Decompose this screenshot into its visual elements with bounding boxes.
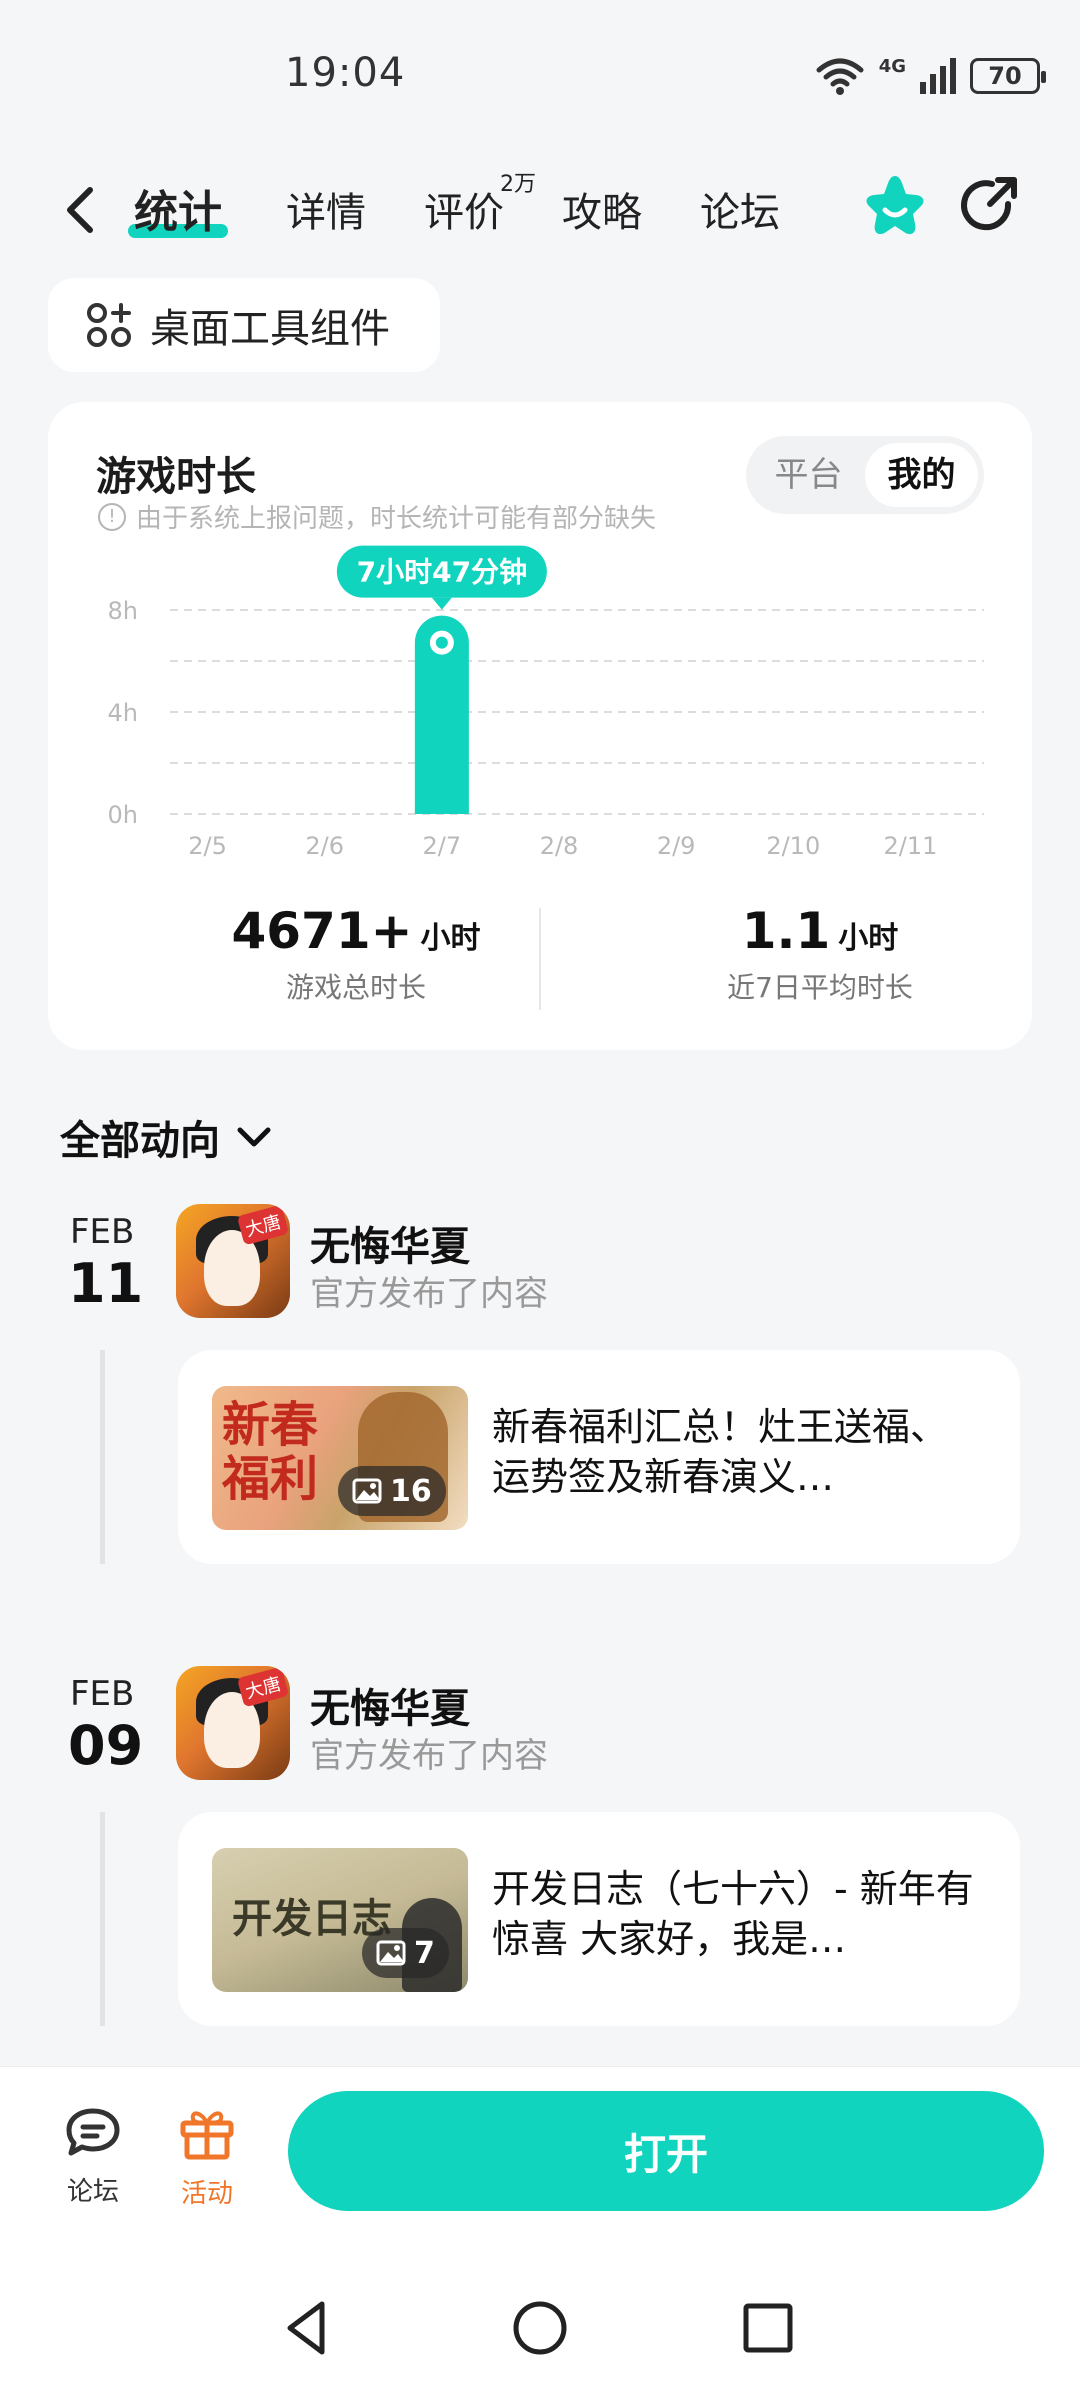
x-tick-label: 2/9: [657, 832, 696, 860]
chevron-down-icon: [237, 1127, 271, 1147]
feed-filter-label: 全部动向: [60, 1118, 220, 1164]
favorite-star-icon[interactable]: [860, 172, 930, 242]
tab-stats[interactable]: 统计: [128, 176, 228, 240]
feed-filter-dropdown[interactable]: 全部动向: [60, 1108, 274, 1166]
share-icon[interactable]: [958, 174, 1022, 238]
forum-label: 论坛: [66, 2177, 119, 2207]
reviews-count-badge: 2万: [500, 172, 536, 197]
feed-item: FEB 09 大唐 无悔华夏 官方发布了内容 开发日志 7 开发日志（七十六）-…: [0, 1666, 1080, 2028]
image-count: 16: [390, 1473, 432, 1509]
status-time: 19:04: [285, 50, 406, 96]
thumbnail-text: 新春福利: [222, 1397, 319, 1507]
nav-recents-icon[interactable]: [736, 2296, 800, 2360]
image-icon: [376, 1940, 406, 1966]
total-playtime-unit: 小时: [420, 921, 481, 956]
x-tick-label: 2/7: [423, 832, 462, 860]
open-game-button[interactable]: 打开: [288, 2091, 1044, 2211]
average-playtime: 1.1 小时 近7日平均时长: [620, 902, 1020, 1006]
total-playtime-label: 游戏总时长: [285, 971, 426, 1004]
feed-date-day: 11: [68, 1252, 144, 1315]
average-playtime-label: 近7日平均时长: [727, 971, 913, 1004]
timeline-line: [100, 1812, 105, 2026]
image-count-badge: 7: [362, 1928, 449, 1978]
post-card[interactable]: 开发日志 7 开发日志（七十六）- 新年有惊喜 大家好，我是…: [178, 1812, 1020, 2026]
status-icons: 4G 70: [815, 55, 1046, 96]
feed-date-month: FEB: [70, 1212, 135, 1252]
tab-guides[interactable]: 攻略: [562, 180, 642, 238]
x-tick-label: 2/10: [766, 832, 820, 860]
post-title: 新春福利汇总！灶王送福、运势签及新春演义…: [492, 1405, 949, 1499]
platform-mine-toggle: 平台 我的: [746, 436, 984, 514]
forum-button[interactable]: 论坛: [48, 2105, 138, 2208]
total-playtime-value: 4671+: [231, 902, 413, 960]
status-bar: 19:04 4G 70: [0, 0, 1080, 150]
playtime-title: 游戏时长: [96, 454, 256, 500]
top-nav: 统计 详情 评价 2万 攻略 论坛: [0, 160, 1080, 260]
network-label: 4G: [878, 55, 906, 77]
post-thumbnail: 新春福利 16: [212, 1386, 468, 1530]
image-count-badge: 16: [338, 1466, 446, 1516]
x-tick-label: 2/5: [188, 832, 227, 860]
nav-back-icon[interactable]: [276, 2296, 340, 2360]
grid-add-icon: [87, 303, 131, 347]
feed-date-month: FEB: [70, 1674, 135, 1714]
wifi-icon: [816, 58, 864, 95]
back-arrow-icon[interactable]: [56, 182, 106, 238]
game-app-icon[interactable]: 大唐: [176, 1204, 290, 1318]
signal-icon: [920, 58, 956, 94]
bar-value-tooltip-arrow: [431, 597, 452, 610]
x-tick-label: 2/8: [540, 832, 579, 860]
battery-icon: 70: [970, 58, 1046, 94]
feed-date-day: 09: [68, 1714, 144, 1777]
feed-item: FEB 11 大唐 无悔华夏 官方发布了内容 新春福利 16 新春福利汇总！灶王…: [0, 1204, 1080, 1566]
game-app-icon[interactable]: 大唐: [176, 1666, 290, 1780]
playtime-note: ! 由于系统上报问题，时长统计可能有部分缺失: [98, 498, 656, 535]
post-title: 开发日志（七十六）- 新年有惊喜 大家好，我是…: [492, 1867, 974, 1961]
average-playtime-unit: 小时: [838, 921, 899, 956]
image-count: 7: [414, 1935, 435, 1971]
desktop-widget-button[interactable]: 桌面工具组件: [48, 278, 440, 372]
y-tick-label: 4h: [108, 699, 138, 727]
feed-app-name[interactable]: 无悔华夏: [310, 1676, 470, 1734]
total-playtime: 4671+ 小时 游戏总时长: [156, 902, 556, 1006]
bottom-action-bar: 论坛 活动 打开: [0, 2066, 1080, 2252]
x-tick-label: 2/11: [883, 832, 937, 860]
info-icon: !: [98, 502, 126, 531]
system-nav-bar: [0, 2252, 1080, 2400]
bar-marker-dot: [435, 636, 448, 649]
image-icon: [352, 1478, 382, 1504]
toggle-mine[interactable]: 我的: [865, 443, 978, 507]
gift-icon: [180, 2111, 234, 2160]
post-card[interactable]: 新春福利 16 新春福利汇总！灶王送福、运势签及新春演义…: [178, 1350, 1020, 1564]
bar-value-label: 7小时47分钟: [357, 556, 527, 589]
tab-details[interactable]: 详情: [286, 180, 366, 238]
average-playtime-value: 1.1: [741, 902, 831, 960]
post-thumbnail: 开发日志 7: [212, 1848, 468, 1992]
feed-app-subtitle: 官方发布了内容: [310, 1736, 548, 1776]
playtime-card: 游戏时长 ! 由于系统上报问题，时长统计可能有部分缺失 平台 我的 0h 4h 8h…: [48, 402, 1032, 1050]
y-tick-label: 8h: [108, 597, 138, 625]
forum-chat-icon: [66, 2108, 120, 2156]
timeline-line: [100, 1350, 105, 1564]
playtime-chart: 0h 4h 8h 2/5 2/6 2/7 7小时47分钟 2/8 2/9 2/10 2/11: [108, 545, 984, 860]
y-tick-label: 0h: [108, 801, 138, 829]
tab-reviews[interactable]: 评价: [424, 180, 504, 238]
battery-level: 70: [988, 62, 1022, 90]
nav-home-icon[interactable]: [508, 2296, 572, 2360]
activity-button[interactable]: 活动: [162, 2105, 252, 2210]
feed-app-subtitle: 官方发布了内容: [310, 1274, 548, 1314]
toggle-platform[interactable]: 平台: [752, 443, 865, 507]
x-tick-label: 2/6: [305, 832, 344, 860]
stats-divider: [539, 908, 541, 1010]
playtime-note-text: 由于系统上报问题，时长统计可能有部分缺失: [136, 504, 657, 534]
activity-label: 活动: [180, 2179, 233, 2209]
tab-forum[interactable]: 论坛: [700, 180, 780, 238]
feed-app-name[interactable]: 无悔华夏: [310, 1214, 470, 1272]
desktop-widget-label: 桌面工具组件: [150, 306, 390, 352]
